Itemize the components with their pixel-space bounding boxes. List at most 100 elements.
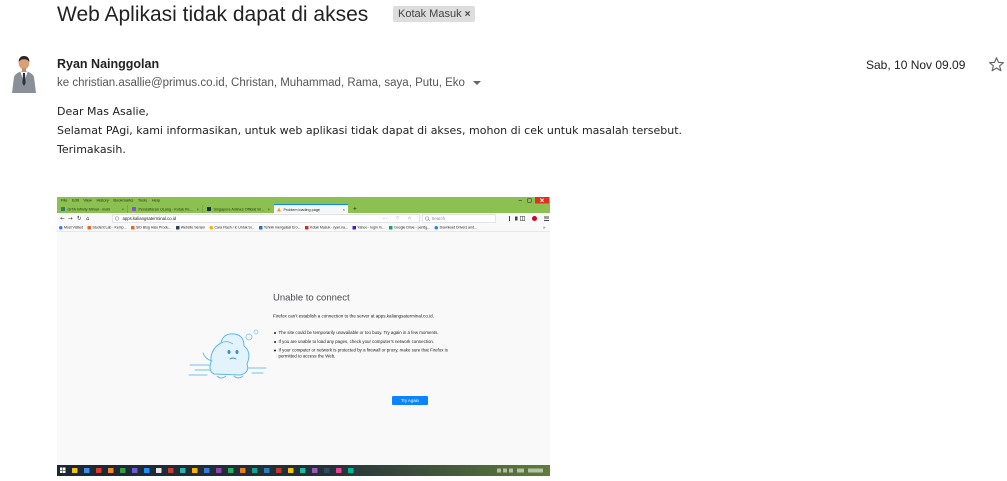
- menu-item-tools: Tools: [137, 198, 148, 203]
- back-icon: ←: [60, 215, 65, 222]
- bookmark-label: Google Drive - pentig...: [394, 226, 431, 230]
- recipients-line[interactable]: ke christian.asallie@primus.co.id, Chris…: [57, 77, 481, 89]
- browser-tab: Singapore Airlines Official W... ×: [204, 205, 273, 213]
- home-icon: ⌂: [86, 215, 90, 222]
- bookmark-item: Cara Flash / Ic Untuk Si...: [209, 226, 255, 231]
- taskbar-app-icon: [240, 468, 246, 473]
- chevron-down-icon[interactable]: [472, 81, 481, 85]
- reload-icon: ↻: [77, 215, 82, 222]
- bookmark-item: Kotak Masuk - ryan.na...: [304, 226, 348, 231]
- tab-label: Pendaftaran ULang - Kotak Pen...: [138, 206, 195, 212]
- browser-tab: GITA Infinity Mimal - mobi ×: [58, 205, 128, 213]
- maximize-icon: [525, 197, 533, 204]
- menu-item-help: Help: [151, 198, 160, 203]
- info-icon: [115, 216, 119, 221]
- label-chip-inbox[interactable]: Kotak Masuk ×: [393, 6, 476, 22]
- bookmark-label: Most Visited: [64, 226, 83, 230]
- pocket-icon: ♡: [395, 216, 400, 221]
- remove-label-icon[interactable]: ×: [465, 9, 471, 20]
- menu-item-view: View: [83, 198, 92, 203]
- search-icon: [425, 216, 429, 221]
- tab-favicon: [132, 207, 136, 211]
- bookmarks-toolbar: Most Visited Student Lab - Kemp... SID B…: [57, 224, 550, 232]
- minimize-icon: [516, 197, 524, 204]
- firefox-menu-bar: File Edit View History Bookmarks Tools H…: [61, 198, 160, 203]
- menu-item-bookmarks: Bookmarks: [113, 198, 134, 203]
- bookmark-star-icon: ☆: [407, 216, 412, 221]
- firefox-tab-strip: GITA Infinity Mimal - mobi × Pendaftaran…: [57, 204, 550, 214]
- windows-taskbar: [57, 465, 550, 476]
- gear-icon: [59, 226, 63, 230]
- taskbar-app-icon: [252, 468, 258, 473]
- bookmark-item: Tehnik mengatasi Ero...: [258, 226, 301, 231]
- tab-close-icon: ×: [267, 206, 270, 212]
- search-placeholder: Search: [431, 216, 445, 221]
- bookmark-label: Download Drivers and...: [439, 226, 477, 230]
- bookmarks-overflow-icon: »: [543, 225, 546, 230]
- library-icon: [509, 216, 515, 221]
- error-title: Unable to connect: [273, 292, 350, 304]
- gmail-icon: [304, 226, 309, 230]
- recipients-text: ke christian.asallie@primus.co.id, Chris…: [57, 77, 465, 89]
- bookmark-label: Student Lab - Kemp...: [92, 226, 127, 230]
- page-actions-icon: ···: [382, 216, 388, 221]
- email-body-closing: Terimakasih.: [57, 143, 126, 156]
- bookmark-label: SID Blog Halo Produ...: [136, 226, 172, 230]
- bookmark-item: Most Visited: [59, 226, 83, 231]
- sender-name[interactable]: Ryan Nainggolan: [57, 57, 159, 71]
- hamburger-menu-icon: [544, 216, 549, 221]
- email-body-greeting: Dear Mas Asalie,: [57, 105, 149, 118]
- bookmark-favicon: [258, 226, 263, 230]
- bookmark-favicon: [175, 226, 180, 230]
- email-body-message: Selamat PAgi, kami informasikan, untuk w…: [57, 124, 683, 137]
- menu-item-file: File: [61, 198, 68, 203]
- alert-icon: [532, 216, 537, 221]
- tab-close-icon: ×: [196, 206, 199, 212]
- taskbar-app-icon: [72, 468, 78, 473]
- menu-item-history: History: [96, 198, 109, 203]
- browser-tab: Pendaftaran ULang - Kotak Pen... ×: [129, 205, 203, 213]
- tab-label: GITA Infinity Mimal - mobi: [67, 206, 111, 212]
- taskbar-app-icon: [288, 468, 294, 473]
- taskbar-app-icon: [120, 468, 126, 473]
- error-suggestion-item: The site could be temporarily unavailabl…: [273, 330, 459, 336]
- bookmark-favicon: [131, 226, 135, 230]
- error-suggestion-item: If your computer or network is protected…: [273, 348, 459, 360]
- email-subject: Web Aplikasi tidak dapat di akses: [57, 3, 369, 26]
- bookmark-favicon: [434, 226, 439, 230]
- bookmark-label: Cara Flash / Ic Untuk Si...: [214, 226, 255, 230]
- bookmark-favicon: [87, 226, 91, 230]
- menu-item-edit: Edit: [71, 198, 79, 203]
- tab-favicon: [207, 207, 211, 211]
- bookmark-item: Student Lab - Kemp...: [87, 226, 127, 231]
- taskbar-app-icon: [228, 468, 234, 473]
- firefox-title-bar: File Edit View History Bookmarks Tools H…: [57, 197, 550, 204]
- bookmark-label: Kotak Masuk - ryan.na...: [309, 226, 348, 230]
- taskbar-app-icon: [96, 468, 102, 473]
- taskbar-app-icon: [300, 468, 306, 473]
- taskbar-app-icon: [264, 468, 270, 473]
- system-tray: [497, 468, 545, 473]
- bookmark-label: Tehnik mengatasi Ero...: [263, 226, 301, 230]
- taskbar-app-icon: [168, 468, 174, 473]
- disconnected-illustration: [188, 329, 267, 379]
- bookmark-label: Website Sensei: [180, 226, 206, 230]
- taskbar-app-icon: [204, 468, 210, 473]
- url-bar: apps.kaliangsaterminal.co.id ··· ♡ ☆: [112, 214, 420, 223]
- taskbar-app-icon: [84, 468, 90, 473]
- taskbar-app-icon: [276, 468, 282, 473]
- warning-icon: [277, 207, 281, 212]
- error-suggestion-item: If you are unable to load any pages, che…: [273, 339, 459, 345]
- new-tab-icon: +: [353, 204, 357, 213]
- windows-start-icon: [60, 467, 66, 474]
- try-again-button: Try Again: [392, 396, 428, 405]
- star-icon[interactable]: [988, 56, 1005, 73]
- forward-icon: →: [68, 215, 73, 222]
- sender-avatar[interactable]: [8, 53, 40, 93]
- google-drive-icon: [389, 226, 393, 230]
- url-text: apps.kaliangsaterminal.co.id: [122, 216, 177, 221]
- email-date: Sab, 10 Nov 09.09: [866, 58, 966, 72]
- taskbar-app-icon: [312, 468, 318, 473]
- taskbar-app-icon: [216, 468, 222, 473]
- attachment-screenshot[interactable]: File Edit View History Bookmarks Tools H…: [57, 197, 550, 476]
